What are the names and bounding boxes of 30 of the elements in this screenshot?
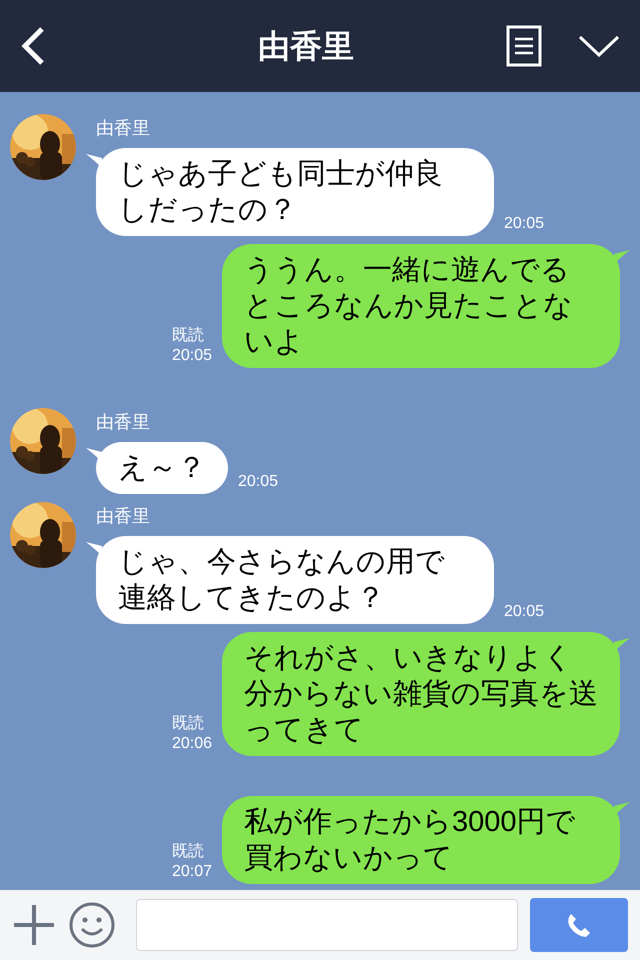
message-bubble: それがさ、いきなりよく分からない雑貨の写真を送ってきて xyxy=(222,632,620,756)
message-bubble: え～？ xyxy=(96,442,228,494)
message-bubble: ううん。一緒に遊んでるところなんか見たことないよ xyxy=(222,244,620,368)
sender-name: 由香里 xyxy=(96,411,151,434)
read-receipt: 既読 xyxy=(172,714,205,734)
message-time: 20:07 xyxy=(172,862,212,882)
bubble-tail-icon xyxy=(614,638,630,652)
call-button[interactable] xyxy=(530,898,628,952)
message-time: 20:05 xyxy=(172,346,212,366)
sender-name: 由香里 xyxy=(96,117,151,140)
message-bubble: じゃあ子ども同士が仲良しだったの？ xyxy=(96,148,494,236)
read-receipt: 既読 xyxy=(172,842,205,862)
list-icon[interactable] xyxy=(506,25,542,67)
bubble-tail-icon xyxy=(614,802,630,816)
message-time: 20:05 xyxy=(504,602,544,622)
message-time: 20:05 xyxy=(238,472,278,492)
plus-icon[interactable] xyxy=(12,903,56,947)
sender-name: 由香里 xyxy=(96,505,151,528)
message-input[interactable] xyxy=(136,899,518,951)
back-icon[interactable] xyxy=(20,26,46,66)
message-bubble: 私が作ったから3000円で買わないかって xyxy=(222,796,620,884)
message-time: 20:06 xyxy=(172,734,212,754)
message-time: 20:05 xyxy=(504,214,544,234)
phone-icon xyxy=(566,912,592,938)
bubble-tail-icon xyxy=(614,250,630,264)
smiley-icon[interactable] xyxy=(68,901,116,949)
read-receipt: 既読 xyxy=(172,326,205,346)
chat-title: 由香里 xyxy=(258,27,354,66)
message-bubble: じゃ、今さらなんの用で連絡してきたのよ？ xyxy=(96,536,494,624)
chevron-down-icon[interactable] xyxy=(578,34,620,58)
